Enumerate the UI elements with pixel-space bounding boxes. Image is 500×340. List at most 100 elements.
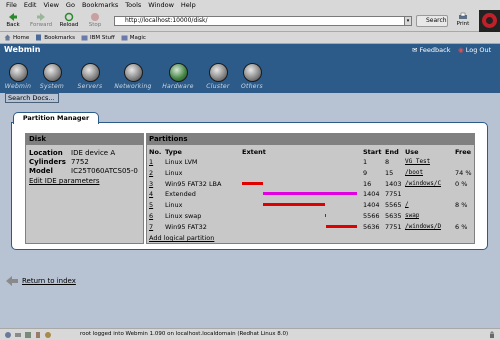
- feedback-link[interactable]: ✉ Feedback: [412, 46, 450, 54]
- disk-location-value: IDE device A: [71, 149, 116, 157]
- home-icon: [4, 34, 11, 41]
- partition-number-link[interactable]: 5: [149, 201, 153, 209]
- folder-icon: [121, 35, 128, 41]
- partition-type: Extended: [165, 190, 196, 199]
- search-docs-button[interactable]: Search Docs...: [5, 93, 59, 103]
- edit-ide-parameters-link[interactable]: Edit IDE parameters: [29, 177, 100, 185]
- partition-end: 1403: [385, 179, 402, 188]
- col-no: No.: [149, 148, 162, 156]
- partition-extent-bar: [262, 192, 357, 196]
- partition-number-link[interactable]: 4: [149, 190, 153, 198]
- back-button[interactable]: Back: [2, 11, 24, 31]
- partition-type: Linux: [165, 201, 183, 210]
- webmin-header: Webmin ✉ Feedback ◉ Log Out: [0, 44, 500, 57]
- partition-end: 7751: [385, 222, 402, 231]
- partition-use-link[interactable]: /: [405, 201, 409, 208]
- partition-number-link[interactable]: 3: [149, 180, 153, 188]
- partition-number-link[interactable]: 6: [149, 212, 153, 220]
- bookmarks-label: Bookmarks: [44, 34, 75, 41]
- partition-use-link[interactable]: /windows/C: [405, 180, 441, 187]
- stop-button[interactable]: Stop: [84, 11, 106, 31]
- reload-icon: [64, 12, 74, 22]
- print-button[interactable]: Print: [452, 11, 474, 31]
- partition-use-link[interactable]: /boot: [405, 169, 423, 176]
- back-label: Back: [6, 22, 20, 28]
- add-logical-partition-link[interactable]: Add logical partition: [149, 234, 214, 242]
- category-networking[interactable]: Networking: [112, 59, 154, 90]
- menu-tools[interactable]: Tools: [125, 1, 141, 9]
- category-hardware[interactable]: Hardware: [158, 59, 198, 90]
- url-input[interactable]: http://localhost:10000/disk/: [114, 16, 406, 26]
- bookmark-icon: [36, 34, 42, 41]
- partition-free: 6 %: [455, 222, 468, 231]
- category-label: Servers: [77, 83, 103, 90]
- partition-use-link[interactable]: VG Test: [405, 158, 430, 165]
- irc-icon: [45, 332, 51, 338]
- menu-edit[interactable]: Edit: [24, 1, 37, 9]
- partitions-table: Partitions No. Type Extent Start End Use…: [146, 133, 475, 244]
- disk-model-label: Model: [29, 167, 53, 175]
- partition-number-link[interactable]: 2: [149, 169, 153, 177]
- webmin-icon: [8, 63, 28, 82]
- reload-button[interactable]: Reload: [58, 11, 80, 31]
- category-others[interactable]: Others: [232, 59, 272, 90]
- partition-number-link[interactable]: 1: [149, 158, 153, 166]
- ibm-stuff-bookmark[interactable]: IBM Stuff: [81, 34, 115, 41]
- forward-arrow-icon: [37, 13, 45, 21]
- forward-button[interactable]: Forward: [30, 11, 52, 31]
- partition-type: Win95 FAT32: [165, 222, 207, 231]
- security-lock-icon: [490, 331, 494, 338]
- system-icon: [42, 63, 62, 82]
- magic-bookmark[interactable]: Magic: [121, 34, 146, 41]
- menu-go[interactable]: Go: [66, 1, 75, 9]
- menu-view[interactable]: View: [43, 1, 58, 9]
- disk-cylinders-label: Cylinders: [29, 158, 66, 166]
- ibm-stuff-label: IBM Stuff: [89, 34, 115, 41]
- menu-bar: File Edit View Go Bookmarks Tools Window…: [0, 0, 500, 10]
- printer-icon: [459, 12, 467, 19]
- return-to-index[interactable]: Return to index: [6, 276, 76, 286]
- partition-end: 5635: [385, 212, 402, 220]
- url-dropdown-button[interactable]: ▾: [404, 16, 412, 26]
- navigation-toolbar: Back Forward Reload Stop http://localhos…: [0, 10, 500, 32]
- category-servers[interactable]: Servers: [70, 59, 110, 90]
- category-system[interactable]: System: [32, 59, 72, 90]
- cluster-icon: [208, 63, 228, 82]
- search-button[interactable]: Search: [416, 15, 448, 27]
- partition-free: 8 %: [455, 201, 468, 210]
- partition-use-link[interactable]: swap: [405, 212, 419, 219]
- bookmarks-button[interactable]: Bookmarks: [35, 34, 75, 41]
- col-start: Start: [363, 148, 382, 156]
- partition-end: 8: [385, 158, 390, 166]
- home-button[interactable]: Home: [4, 34, 29, 41]
- mail-icon: [15, 333, 21, 337]
- logout-link[interactable]: ◉ Log Out: [458, 46, 491, 54]
- category-bar: Webmin System Servers Networking Hardwar…: [0, 57, 500, 93]
- partition-start: 16: [363, 179, 372, 188]
- print-label: Print: [456, 21, 470, 27]
- forward-label: Forward: [30, 22, 53, 28]
- return-to-index-link[interactable]: Return to index: [22, 277, 76, 285]
- partition-free: 74 %: [455, 168, 472, 177]
- partition-end: 15: [385, 168, 394, 177]
- status-bar: root logged into Webmin 1.090 on localho…: [0, 328, 500, 340]
- partition-start: 9: [363, 168, 368, 177]
- category-label: Hardware: [162, 83, 194, 90]
- folder-icon: [81, 35, 88, 41]
- logout-icon: ◉: [458, 46, 464, 54]
- address-book-icon: [36, 332, 40, 338]
- menu-window[interactable]: Window: [148, 1, 174, 9]
- partition-number-link[interactable]: 7: [149, 223, 153, 231]
- composer-icon: [25, 332, 31, 338]
- servers-icon: [80, 63, 100, 82]
- menu-help[interactable]: Help: [181, 1, 196, 9]
- partition-start: 1404: [363, 201, 380, 210]
- disk-location-label: Location: [29, 149, 63, 157]
- hardware-icon: [168, 63, 188, 82]
- partition-use-link[interactable]: /windows/D: [405, 223, 441, 230]
- partition-free: 0 %: [455, 179, 468, 188]
- menu-file[interactable]: File: [6, 1, 17, 9]
- back-arrow-icon: [6, 276, 18, 286]
- category-label: Cluster: [206, 83, 230, 90]
- menu-bookmarks[interactable]: Bookmarks: [82, 1, 118, 9]
